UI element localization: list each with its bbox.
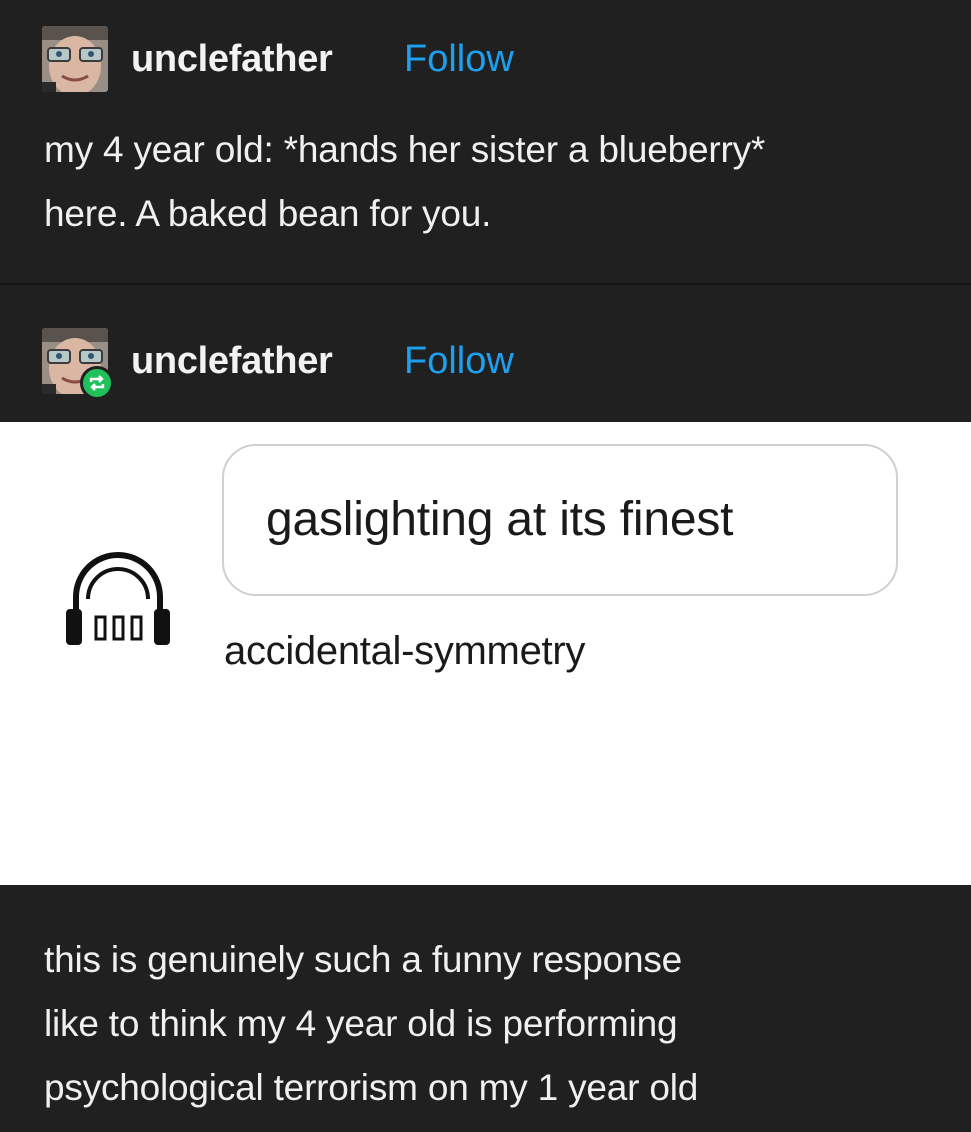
speech-bubble: gaslighting at its finest (222, 444, 898, 596)
avatar[interactable] (42, 26, 108, 92)
embedded-username: accidental-symmetry (224, 629, 586, 673)
post-text-line: like to think my 4 year old is performin… (44, 1003, 678, 1044)
post-text-line: psychological terrorism on my 1 year old (44, 1067, 699, 1108)
avatar-face-icon (42, 26, 108, 92)
post-text-line: here. A baked bean for you. (44, 193, 492, 234)
reblog-badge (80, 366, 114, 400)
original-post-body: my 4 year old: *hands her sister a blueb… (44, 118, 765, 246)
post-text-line: this is genuinely such a funny response (44, 939, 683, 980)
post-text-line: my 4 year old: *hands her sister a blueb… (44, 129, 766, 170)
follow-button[interactable]: Follow (404, 38, 514, 81)
reblog-post-body: this is genuinely such a funny response … (44, 928, 698, 1120)
post-divider (0, 283, 971, 285)
follow-button[interactable]: Follow (404, 340, 514, 383)
bubble-text: gaslighting at its finest (266, 493, 734, 546)
tumblr-post-thread: unclefather Follow my 4 year old: *hands… (0, 0, 971, 1132)
username[interactable]: unclefather (131, 340, 333, 383)
headphones-icon (66, 552, 170, 645)
reblog-icon (89, 375, 105, 391)
embedded-image: gaslighting at its finest accidental-sym… (0, 422, 971, 885)
username[interactable]: unclefather (131, 38, 333, 81)
avatar[interactable] (42, 328, 114, 400)
